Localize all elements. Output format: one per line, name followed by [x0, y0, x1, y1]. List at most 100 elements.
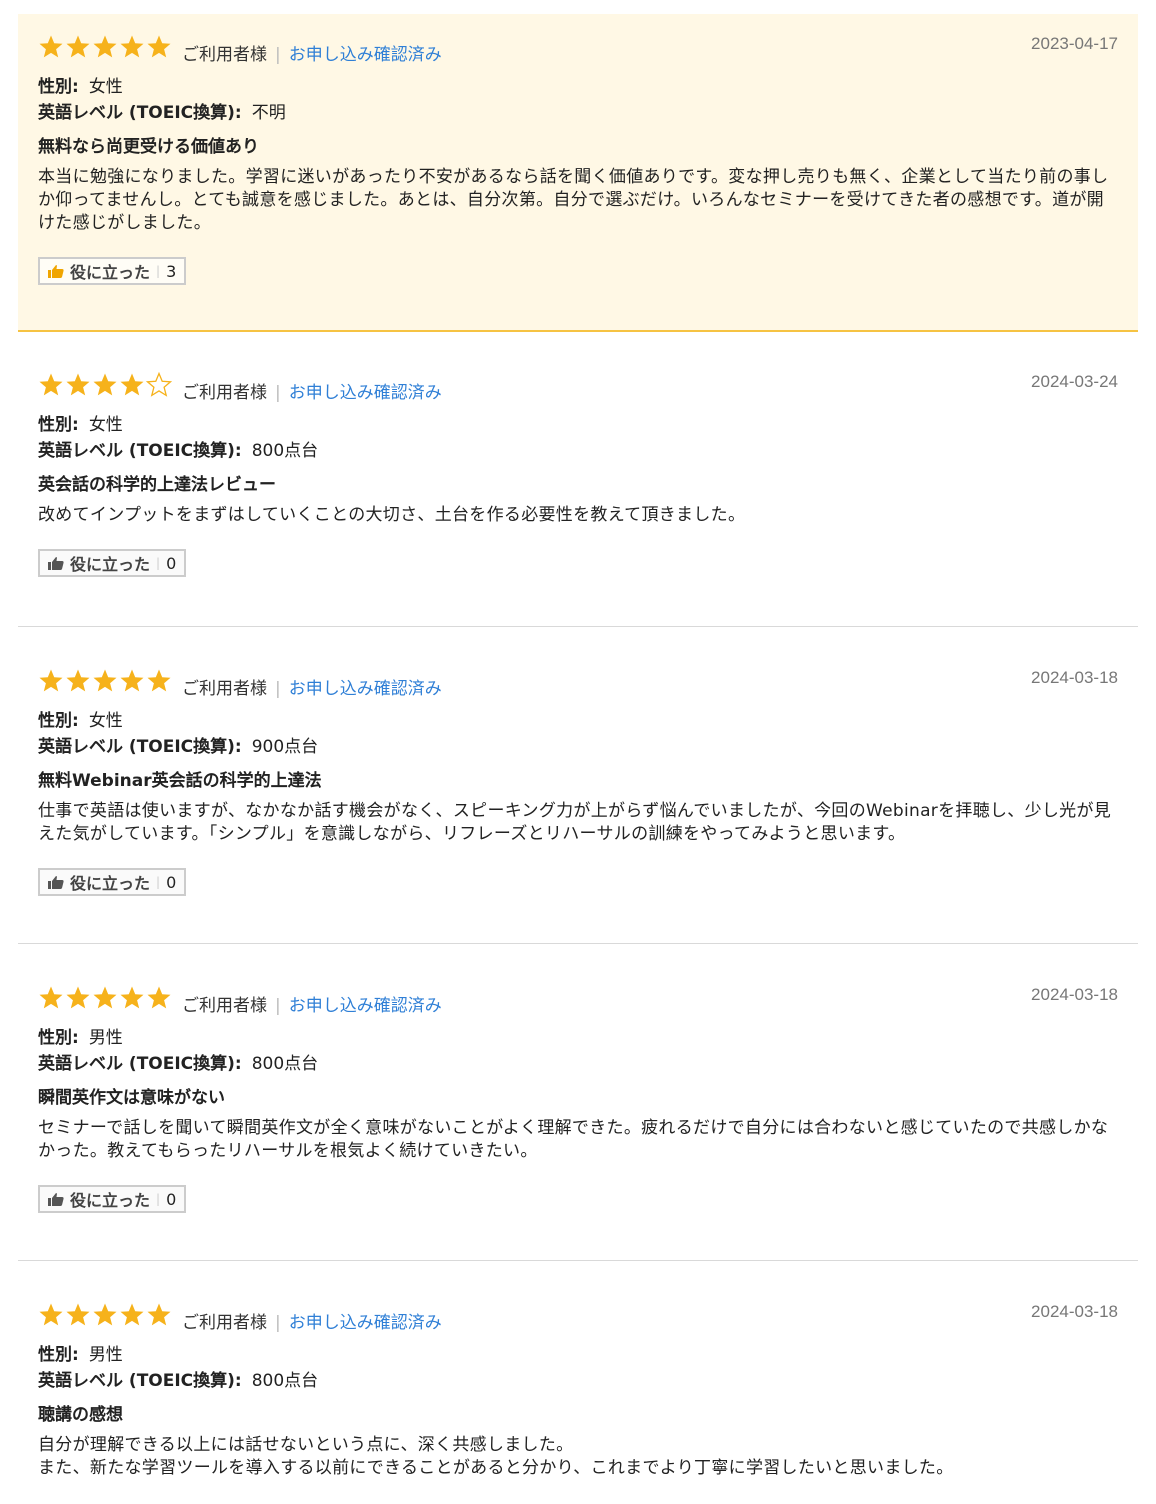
review-card: ご利用者様 | お申し込み確認済み 2024-03-24 性別: 女性 英語レベル (…: [18, 352, 1138, 627]
reviewer-separator: |: [275, 679, 281, 699]
review-date: 2024-03-18: [1031, 1302, 1118, 1321]
gender-row: 性別: 女性: [38, 74, 1118, 100]
review-body: 自分が理解できる以上には話せないという点に、深く共感しました。 また、新たな学習…: [38, 1434, 1118, 1480]
gender-row: 性別: 男性: [38, 1025, 1118, 1051]
gender-value: 女性: [88, 711, 123, 731]
review-date: 2023-04-17: [1031, 34, 1118, 53]
verified-badge[interactable]: お申し込み確認済み: [289, 996, 442, 1016]
star-filled-icon: [39, 986, 63, 1009]
reviewer-name: ご利用者様: [182, 679, 267, 699]
star-empty-icon: [146, 372, 172, 397]
helpful-label: 役に立った: [70, 874, 151, 893]
helpful-button[interactable]: 役に立った | 0: [38, 549, 187, 577]
helpful-separator: |: [156, 264, 161, 278]
level-value: 900点台: [251, 737, 319, 757]
helpful-label: 役に立った: [70, 263, 151, 282]
level-value: 800点台: [251, 1054, 319, 1074]
level-row: 英語レベル (TOEIC換算): 900点台: [38, 734, 1118, 760]
gender-value: 男性: [88, 1028, 123, 1048]
verified-badge[interactable]: お申し込み確認済み: [289, 1313, 442, 1333]
star-rating: [38, 1302, 172, 1328]
helpful-count: 0: [166, 553, 177, 573]
helpful-count: 3: [166, 261, 177, 281]
reviewer-info: ご利用者様 | お申し込み確認済み: [182, 1308, 442, 1333]
level-row: 英語レベル (TOEIC換算): 800点台: [38, 438, 1118, 464]
level-value: 800点台: [251, 1371, 319, 1391]
gender-value: 男性: [88, 1345, 123, 1365]
star-filled-icon: [120, 986, 144, 1009]
level-row: 英語レベル (TOEIC換算): 800点台: [38, 1368, 1118, 1394]
reviewer-name: ご利用者様: [182, 996, 267, 1016]
star-filled-icon: [147, 986, 171, 1009]
verified-badge[interactable]: お申し込み確認済み: [289, 383, 442, 403]
review-card: ご利用者様 | お申し込み確認済み 2024-03-18 性別: 男性 英語レベル (…: [18, 1282, 1138, 1504]
star-filled-icon: [66, 986, 90, 1009]
reviewer-info: ご利用者様 | お申し込み確認済み: [182, 991, 442, 1016]
gender-label: 性別:: [38, 415, 79, 435]
reviewer-name: ご利用者様: [182, 1313, 267, 1333]
helpful-count: 0: [166, 872, 177, 892]
star-filled-icon: [147, 669, 171, 692]
cropped-header-fragment: [40, 0, 300, 4]
review-date: 2024-03-18: [1031, 985, 1118, 1004]
review-title: 瞬間英作文は意味がない: [38, 1088, 225, 1108]
reviewer-name: ご利用者様: [182, 45, 267, 65]
star-filled-icon: [147, 1303, 171, 1326]
thumbs-up-icon: [48, 1193, 64, 1206]
review-body-line: 自分が理解できる以上には話せないという点に、深く共感しました。: [38, 1435, 574, 1455]
reviewer-name: ご利用者様: [182, 383, 267, 403]
review-body: 本当に勉強になりました。学習に迷いがあったり不安があるなら話を聞く価値ありです。…: [38, 167, 1109, 233]
review-date: 2024-03-18: [1031, 668, 1118, 687]
helpful-separator: |: [156, 1192, 161, 1206]
star-filled-icon: [93, 669, 117, 692]
star-filled-icon: [66, 1303, 90, 1326]
helpful-count: 0: [166, 1189, 177, 1209]
star-rating: [38, 34, 172, 60]
gender-label: 性別:: [38, 1028, 79, 1048]
review-title: 無料Webinar英会話の科学的上達法: [38, 771, 322, 791]
gender-label: 性別:: [38, 77, 79, 97]
review-header: ご利用者様 | お申し込み確認済み 2024-03-18: [38, 1302, 1118, 1342]
helpful-separator: |: [156, 875, 161, 889]
review-card: ご利用者様 | お申し込み確認済み 2024-03-18 性別: 男性 英語レベル (…: [18, 965, 1138, 1261]
star-rating: [38, 668, 172, 694]
thumbs-up-icon: [48, 557, 64, 570]
review-header: ご利用者様 | お申し込み確認済み 2024-03-24: [38, 372, 1118, 412]
reviewer-separator: |: [275, 383, 281, 403]
level-value: 不明: [251, 103, 286, 123]
verified-badge[interactable]: お申し込み確認済み: [289, 45, 442, 65]
helpful-button[interactable]: 役に立った | 0: [38, 1185, 187, 1213]
review-body: セミナーで話しを聞いて瞬間英作文が全く意味がないことがよく理解できた。疲れるだけ…: [38, 1118, 1109, 1161]
star-filled-icon: [66, 35, 90, 58]
star-filled-icon: [120, 373, 144, 396]
gender-value: 女性: [88, 415, 123, 435]
review-header: ご利用者様 | お申し込み確認済み 2023-04-17: [38, 34, 1118, 74]
level-label: 英語レベル (TOEIC換算):: [38, 1054, 242, 1074]
reviewer-separator: |: [275, 1313, 281, 1333]
reviewer-info: ご利用者様 | お申し込み確認済み: [182, 674, 442, 699]
level-label: 英語レベル (TOEIC換算):: [38, 1371, 242, 1391]
review-title: 無料なら尚更受ける価値あり: [38, 137, 259, 157]
level-value: 800点台: [251, 441, 319, 461]
level-label: 英語レベル (TOEIC換算):: [38, 441, 242, 461]
review-title: 英会話の科学的上達法レビュー: [38, 475, 276, 495]
gender-row: 性別: 女性: [38, 412, 1118, 438]
verified-badge[interactable]: お申し込み確認済み: [289, 679, 442, 699]
reviewer-separator: |: [275, 996, 281, 1016]
star-filled-icon: [66, 669, 90, 692]
gender-label: 性別:: [38, 711, 79, 731]
helpful-label: 役に立った: [70, 1191, 151, 1210]
star-filled-icon: [39, 35, 63, 58]
star-filled-icon: [93, 373, 117, 396]
star-filled-icon: [39, 669, 63, 692]
star-filled-icon: [93, 35, 117, 58]
thumbs-up-icon: [48, 265, 64, 278]
helpful-button[interactable]: 役に立った | 3: [38, 257, 187, 285]
helpful-separator: |: [156, 556, 161, 570]
review-header: ご利用者様 | お申し込み確認済み 2024-03-18: [38, 985, 1118, 1025]
review-body: 改めてインプットをまずはしていくことの大切さ、土台を作る必要性を教えて頂きました…: [38, 505, 746, 525]
review-header: ご利用者様 | お申し込み確認済み 2024-03-18: [38, 668, 1118, 708]
helpful-button[interactable]: 役に立った | 0: [38, 868, 187, 896]
level-label: 英語レベル (TOEIC換算):: [38, 103, 242, 123]
reviewer-info: ご利用者様 | お申し込み確認済み: [182, 378, 442, 403]
